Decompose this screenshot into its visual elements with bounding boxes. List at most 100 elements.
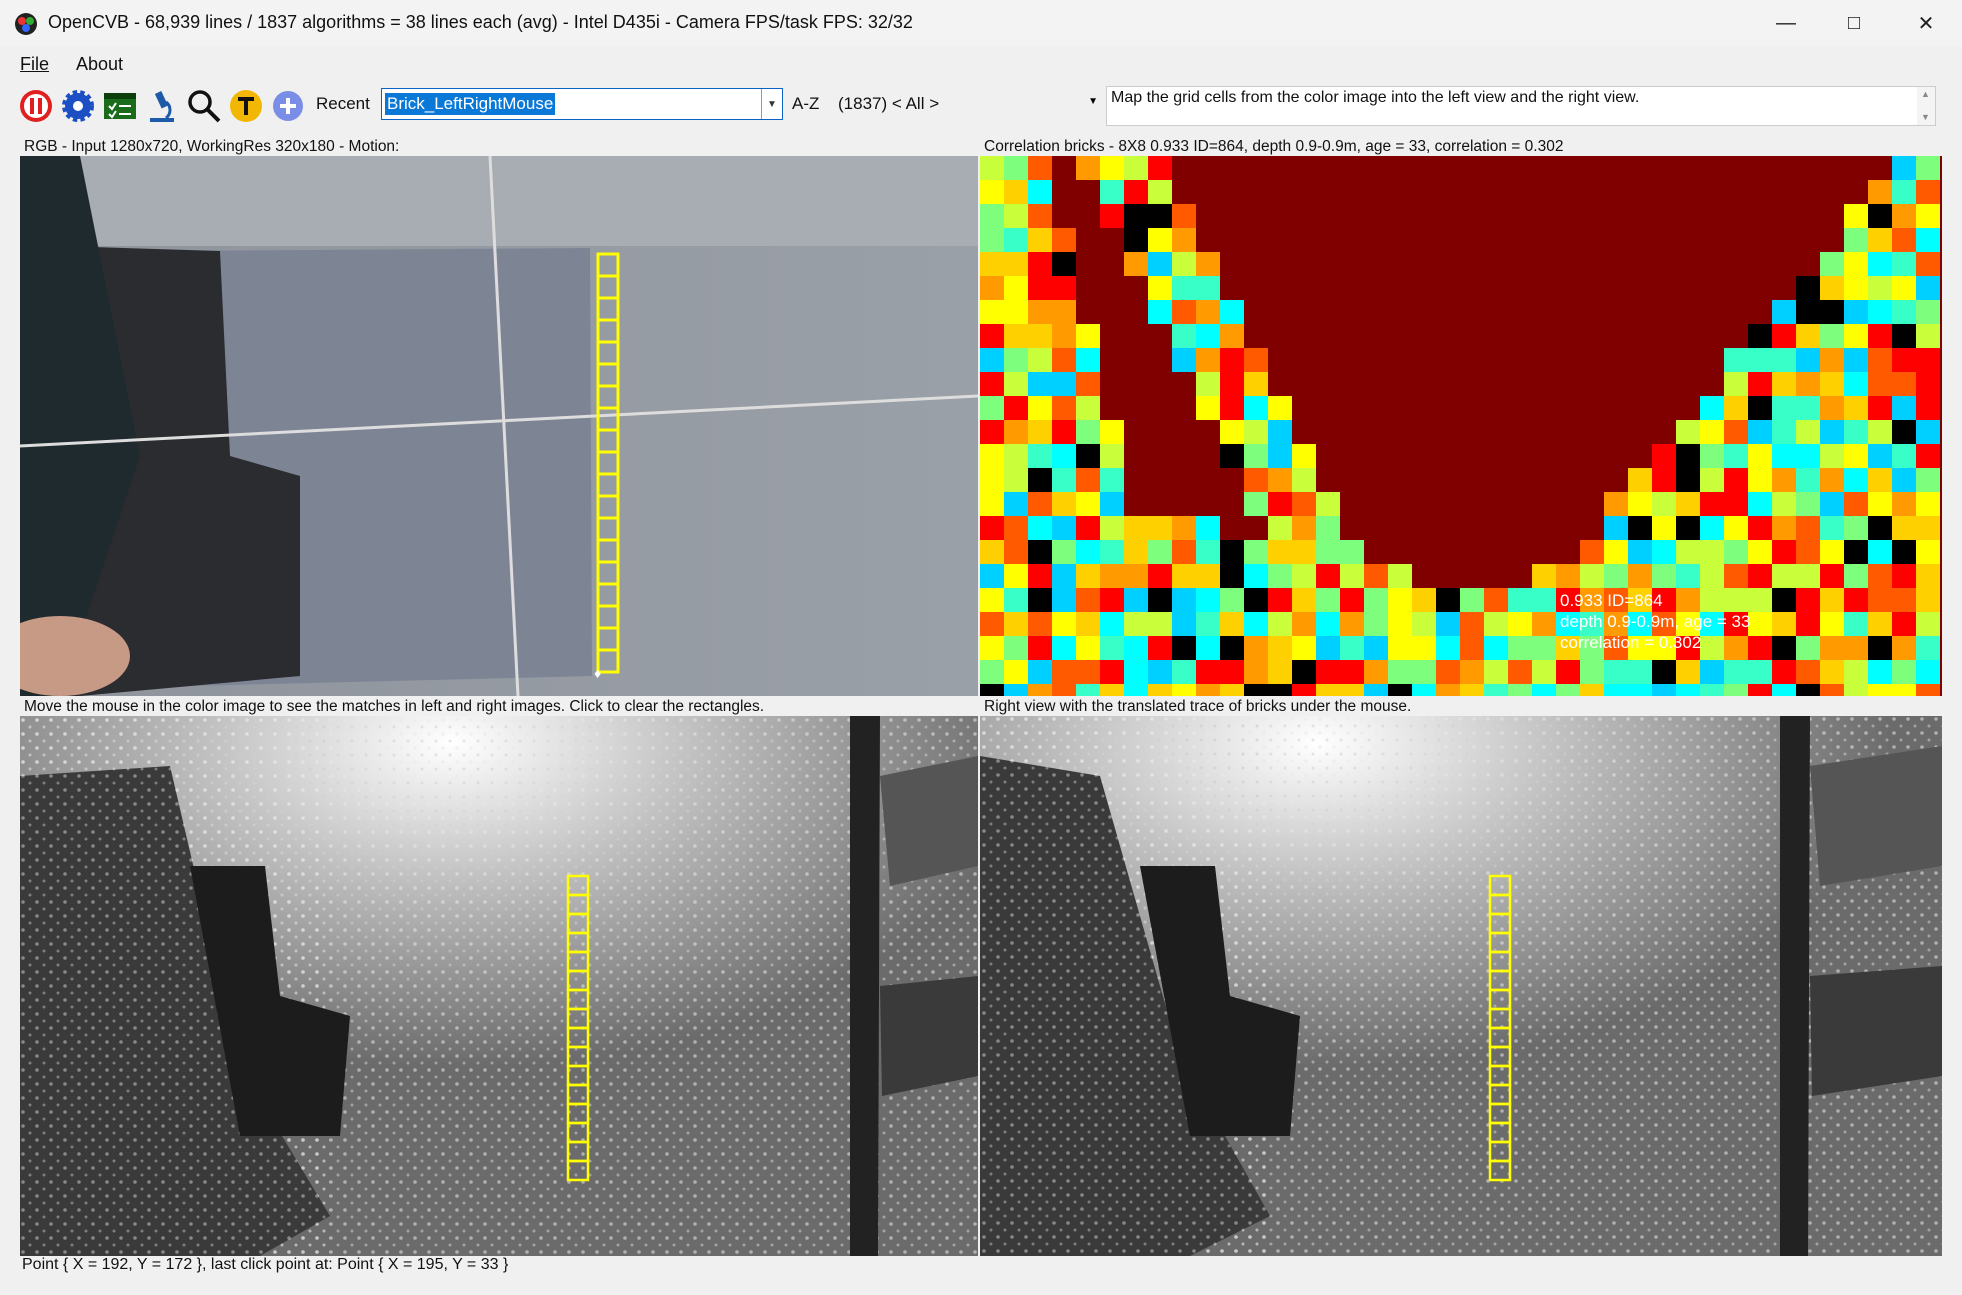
heat-cell (1244, 564, 1268, 588)
heat-cell (1844, 348, 1868, 372)
heat-cell (1724, 564, 1748, 588)
add-icon[interactable] (270, 88, 306, 124)
heat-cell (1244, 444, 1268, 468)
heat-cell (1652, 516, 1676, 540)
heat-cell (1172, 300, 1196, 324)
heat-cell (1892, 636, 1916, 660)
microscope-icon[interactable] (144, 88, 180, 124)
heatmap (980, 156, 1940, 696)
heat-cell (1124, 516, 1148, 540)
menu-about[interactable]: About (76, 54, 123, 75)
maximize-button[interactable]: □ (1820, 0, 1888, 46)
right-view[interactable] (980, 716, 1942, 1256)
heat-cell (1052, 660, 1076, 684)
heat-cell (1196, 684, 1220, 696)
minimize-button[interactable]: — (1752, 0, 1820, 46)
app-logo-icon (15, 13, 37, 35)
pause-icon[interactable] (18, 88, 54, 124)
heat-cell (1844, 540, 1868, 564)
heat-cell (1292, 564, 1316, 588)
heat-cell (1724, 540, 1748, 564)
heat-cell (1772, 564, 1796, 588)
group-filter-value: (1837) < All > (838, 94, 940, 113)
heat-cell (1916, 156, 1940, 180)
heat-cell (1748, 660, 1772, 684)
chevron-down-icon[interactable]: ▼ (761, 89, 782, 119)
heat-cell (1124, 204, 1148, 228)
heat-cell (1220, 636, 1244, 660)
heat-cell (1100, 204, 1124, 228)
heat-cell (1556, 684, 1580, 696)
heat-cell (1772, 636, 1796, 660)
heat-cell (1484, 660, 1508, 684)
scroll-up-icon[interactable]: ▲ (1921, 89, 1930, 99)
heat-cell (1172, 324, 1196, 348)
heat-cell (1220, 348, 1244, 372)
translate-icon[interactable] (228, 88, 264, 124)
test-all-icon[interactable] (102, 88, 138, 124)
heat-cell (1244, 372, 1268, 396)
heat-cell (1148, 684, 1172, 696)
status-text: Point { X = 192, Y = 172 }, last click p… (22, 1256, 509, 1273)
heat-cell (1364, 636, 1388, 660)
heat-cell (1100, 516, 1124, 540)
heat-cell (1748, 684, 1772, 696)
heat-cell (1052, 540, 1076, 564)
heat-cell (1436, 636, 1460, 660)
heat-cell (1868, 540, 1892, 564)
heat-cell (1628, 660, 1652, 684)
recent-label[interactable]: Recent (316, 94, 370, 114)
heat-cell (1196, 300, 1220, 324)
heat-cell (1892, 684, 1916, 696)
correlation-bricks-view[interactable]: 0.933 ID=864 depth 0.9-0.9m, age = 33 co… (980, 156, 1942, 696)
heat-cell (1844, 204, 1868, 228)
close-button[interactable]: ✕ (1892, 0, 1960, 46)
heat-cell (1844, 588, 1868, 612)
heat-cell (980, 300, 1004, 324)
heat-cell (1532, 660, 1556, 684)
heat-cell (1028, 588, 1052, 612)
gear-icon[interactable] (60, 88, 96, 124)
heat-cell (1844, 636, 1868, 660)
heat-cell (1772, 468, 1796, 492)
description-scrollbar[interactable]: ▲ ▼ (1917, 87, 1935, 125)
search-icon[interactable] (186, 88, 222, 124)
heat-cell (1028, 204, 1052, 228)
heat-cell (1820, 348, 1844, 372)
group-filter-select[interactable]: (1837) < All > ▼ (836, 88, 1102, 120)
heat-cell (1748, 324, 1772, 348)
heat-cell (1892, 300, 1916, 324)
heat-cell (1244, 684, 1268, 696)
az-button[interactable]: A-Z (792, 94, 819, 114)
heat-cell (1676, 468, 1700, 492)
heat-cell (1028, 516, 1052, 540)
heat-cell (1340, 636, 1364, 660)
heat-cell (1196, 276, 1220, 300)
heat-cell (980, 396, 1004, 420)
heat-cell (1484, 636, 1508, 660)
heat-cell (1820, 564, 1844, 588)
rgb-image-view[interactable]: ♦ (20, 156, 978, 696)
heat-cell (1052, 372, 1076, 396)
heat-cell (1316, 540, 1340, 564)
heat-cell (1268, 684, 1292, 696)
heat-cell (1004, 204, 1028, 228)
heat-cell (1028, 156, 1052, 180)
heat-cell (1796, 300, 1820, 324)
menu-file[interactable]: File (20, 54, 49, 75)
heat-cell (1772, 492, 1796, 516)
left-view[interactable] (20, 716, 978, 1256)
heat-cell (1700, 468, 1724, 492)
heat-cell (1844, 396, 1868, 420)
heat-cell (1172, 348, 1196, 372)
heat-cell (1052, 612, 1076, 636)
heat-cell (1724, 420, 1748, 444)
heat-cell (1916, 420, 1940, 444)
heat-cell (1028, 444, 1052, 468)
algorithm-select[interactable]: Brick_LeftRightMouse ▼ (381, 88, 783, 120)
heat-cell (1532, 564, 1556, 588)
heat-cell (1244, 636, 1268, 660)
scroll-down-icon[interactable]: ▼ (1921, 112, 1930, 122)
heat-cell (1820, 468, 1844, 492)
heat-cell (980, 588, 1004, 612)
